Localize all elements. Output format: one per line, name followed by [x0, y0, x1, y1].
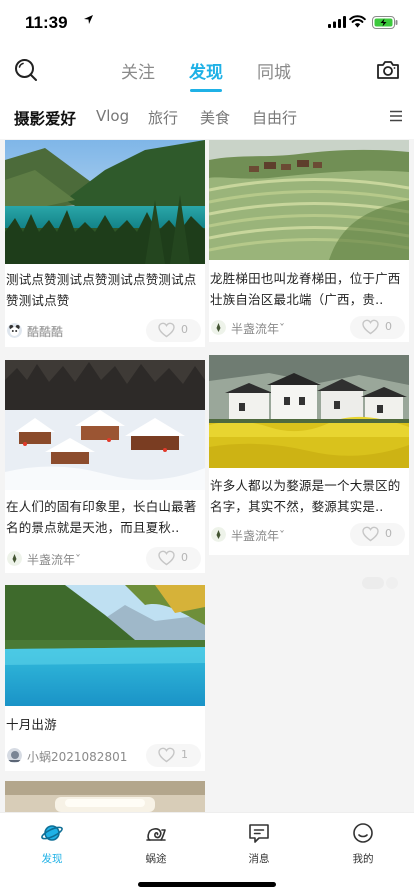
category-photography[interactable]: 摄影爱好: [14, 107, 76, 129]
tab-following[interactable]: 关注: [113, 58, 163, 83]
card-image-ceiling-lamp: [5, 781, 205, 812]
author-name: 酷酷酷: [27, 325, 64, 339]
planet-icon: [41, 825, 63, 841]
heart-icon: [362, 526, 379, 542]
like-button[interactable]: 0: [350, 316, 405, 339]
active-tab-indicator: [190, 89, 222, 92]
feed-card[interactable]: 许多人都以为婺源是一个大景区的名字，其实不然，婺源其实是.. 半盏流年ˇ 0: [209, 355, 409, 555]
avatar: [7, 551, 22, 566]
avatar: [211, 527, 226, 542]
feed-card[interactable]: 龙胜梯田也叫龙脊梯田，位于广西壮族自治区最北端（广西，贵.. 半盏流年ˇ 0: [209, 140, 409, 342]
card-image-snow-village: [5, 360, 205, 490]
wifi-icon: [349, 15, 366, 28]
like-count: 0: [181, 323, 188, 336]
card-footer: 酷酷酷 0: [5, 319, 203, 343]
like-button[interactable]: 0: [146, 547, 201, 570]
home-indicator: [138, 882, 276, 887]
message-icon: [249, 824, 269, 843]
like-button[interactable]: 0: [146, 319, 201, 342]
category-vlog[interactable]: Vlog: [96, 107, 129, 125]
category-food[interactable]: 美食: [200, 107, 230, 128]
like-count: 0: [385, 527, 392, 540]
author-name: 半盏流年ˇ: [27, 553, 82, 567]
author-name: 半盏流年ˇ: [231, 322, 286, 336]
feed-card[interactable]: 测试点赞测试点赞测试点赞测试点赞测试点赞 酷酷酷 0: [5, 140, 205, 347]
like-button[interactable]: 1: [146, 744, 201, 767]
avatar: [7, 323, 22, 338]
face-icon: [353, 823, 373, 843]
menu-icon[interactable]: [389, 109, 403, 123]
battery-charging-icon: [372, 16, 398, 29]
nav-label: 发现: [41, 853, 63, 865]
snail-icon: [146, 828, 166, 841]
nav-label: 蜗途: [145, 853, 167, 865]
status-bar: 11:39: [0, 0, 414, 47]
nav-label: 我的: [352, 853, 374, 865]
heart-icon: [362, 319, 379, 335]
search-icon[interactable]: [13, 57, 39, 83]
card-title: 许多人都以为婺源是一个大景区的名字，其实不然，婺源其实是..: [210, 478, 401, 514]
category-bar: 摄影爱好 Vlog 旅行 美食 自由行: [0, 95, 414, 139]
feed-card[interactable]: [5, 781, 205, 812]
author-name: 小蜗2021082801: [27, 750, 128, 764]
top-header: 关注 发现 同城: [0, 47, 414, 95]
card-title: 十月出游: [6, 717, 57, 732]
like-button[interactable]: 0: [350, 523, 405, 546]
nav-snail-trips[interactable]: 蜗途: [126, 821, 186, 866]
card-title: 在人们的固有印象里，长白山最著名的景点就是天池，而且夏秋..: [6, 499, 197, 535]
signal-icon: [328, 16, 346, 28]
nav-discover[interactable]: 发现: [22, 821, 82, 866]
like-count: 0: [181, 551, 188, 564]
heart-icon: [158, 322, 175, 338]
nav-label: 消息: [248, 853, 270, 865]
tab-discover[interactable]: 发现: [181, 58, 231, 83]
location-arrow-icon: [84, 15, 93, 24]
like-count: 0: [385, 320, 392, 333]
card-image-turquoise-lake: [5, 585, 205, 706]
card-image-village-flowers: [209, 355, 409, 468]
card-footer: 半盏流年ˇ 0: [5, 547, 203, 571]
feed-card[interactable]: 十月出游 小蜗2021082801 1: [5, 585, 205, 771]
avatar: [211, 320, 226, 335]
card-image-lake-valley: [5, 140, 205, 264]
like-count: 1: [181, 748, 188, 761]
card-footer: 半盏流年ˇ 0: [209, 316, 407, 340]
avatar: [7, 748, 22, 763]
heart-icon: [158, 747, 175, 763]
category-self-guided[interactable]: 自由行: [252, 107, 297, 128]
category-travel[interactable]: 旅行: [148, 107, 178, 128]
nav-messages[interactable]: 消息: [229, 821, 289, 866]
tab-nearby[interactable]: 同城: [249, 58, 299, 83]
card-footer: 小蜗2021082801 1: [5, 744, 203, 768]
card-title: 测试点赞测试点赞测试点赞测试点赞测试点赞: [6, 272, 197, 308]
loading-placeholder: [362, 577, 398, 589]
card-image-rice-terraces: [209, 140, 409, 260]
nav-profile[interactable]: 我的: [333, 821, 393, 866]
camera-icon[interactable]: [375, 57, 401, 83]
card-title: 龙胜梯田也叫龙脊梯田，位于广西壮族自治区最北端（广西，贵..: [210, 271, 401, 307]
card-footer: 半盏流年ˇ 0: [209, 523, 407, 547]
author-name: 半盏流年ˇ: [231, 529, 286, 543]
feed-card[interactable]: 在人们的固有印象里，长白山最著名的景点就是天池，而且夏秋.. 半盏流年ˇ 0: [5, 360, 205, 573]
status-time: 11:39: [25, 13, 68, 32]
heart-icon: [158, 550, 175, 566]
